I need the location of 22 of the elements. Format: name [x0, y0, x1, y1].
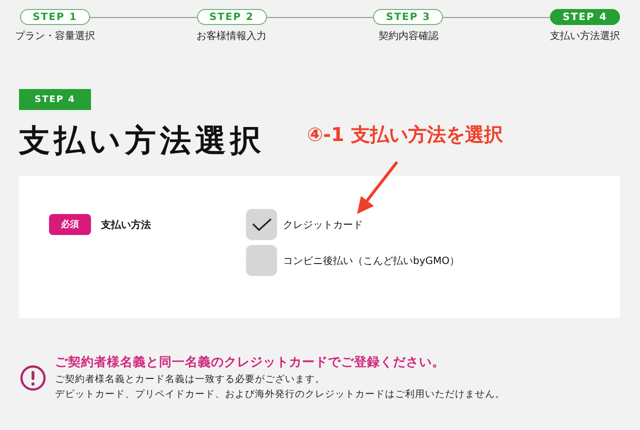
checkbox[interactable]	[246, 209, 277, 240]
step-label: 契約内容確認	[378, 30, 438, 43]
step-label: お客様情報入力	[196, 30, 267, 43]
option-label: コンビニ後払い（こんど払いbyGMO）	[283, 254, 460, 268]
notice-heading: ご契約者様名義と同一名義のクレジットカードでご登録ください。	[55, 354, 446, 371]
step-badge: STEP 4	[19, 89, 91, 110]
step-pill: STEP 4	[550, 9, 620, 25]
step-label: 支払い方法選択	[550, 30, 620, 43]
annotation-text: ④-1 支払い方法を選択	[307, 123, 503, 148]
checkbox[interactable]	[246, 245, 277, 276]
page-title: 支払い方法選択	[19, 122, 265, 161]
step-pill: STEP 2	[196, 9, 267, 25]
notice-text: デビットカード、プリペイドカード、および海外発行のクレジットカードはご利用いただけません。	[55, 388, 505, 401]
field-label: 支払い方法	[101, 218, 152, 233]
notice-text: ご契約者様名義とカード名義は一致する必要がございます。	[55, 373, 326, 386]
checkmark-icon	[252, 218, 272, 232]
option-label: クレジットカード	[283, 218, 363, 232]
required-badge: 必須	[49, 214, 91, 235]
step-label: プラン・容量選択	[15, 30, 95, 43]
warning-icon	[20, 364, 46, 390]
step-pill: STEP 3	[373, 9, 444, 25]
step-pill: STEP 1	[20, 9, 90, 25]
